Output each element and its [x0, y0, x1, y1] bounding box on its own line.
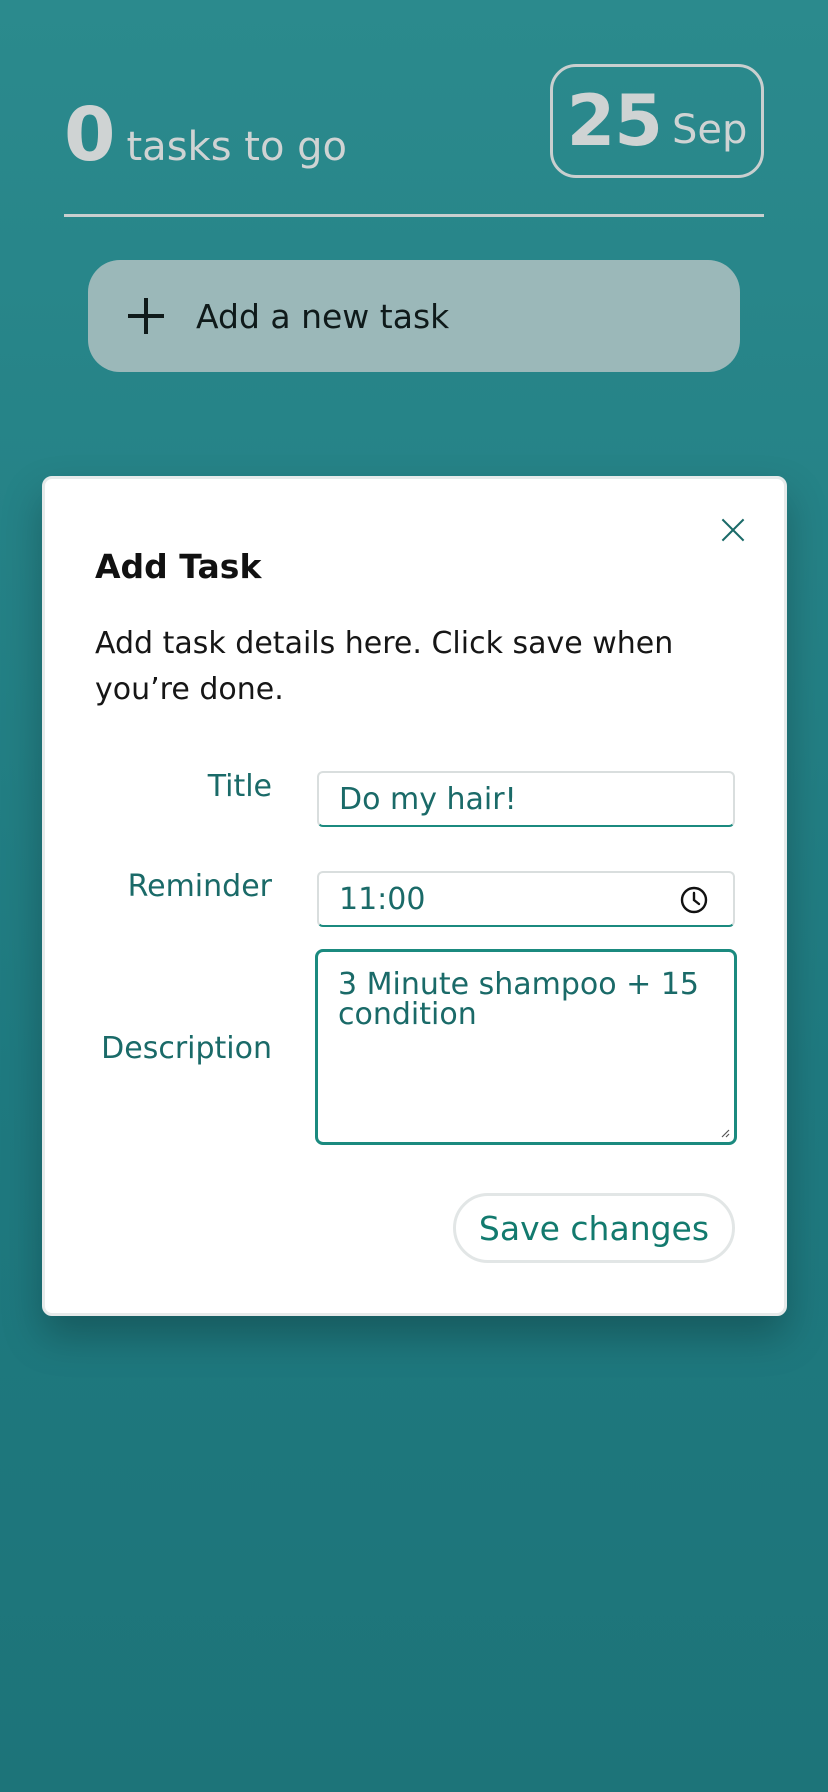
save-changes-button[interactable]: Save changes [453, 1193, 735, 1263]
date-month: Sep [672, 107, 748, 153]
header: 0 tasks to go 25 Sep [64, 64, 764, 220]
reminder-label: Reminder [127, 869, 272, 904]
reminder-field-value: 11:00 [339, 881, 426, 917]
task-count-label: tasks to go [126, 124, 348, 170]
resize-handle-icon[interactable] [720, 1128, 730, 1138]
description-textarea[interactable]: 3 Minute shampoo + 15 condition [315, 949, 737, 1145]
add-task-label: Add a new task [196, 296, 450, 336]
close-icon[interactable] [718, 515, 748, 545]
task-counter: 0 tasks to go [64, 92, 347, 178]
task-count: 0 [64, 92, 115, 178]
clock-icon[interactable] [679, 885, 709, 915]
description-label: Description [101, 1031, 272, 1066]
title-label: Title [207, 769, 272, 804]
dialog-description: Add task details here. Click save when y… [95, 626, 674, 707]
date-badge: 25 Sep [550, 64, 764, 178]
add-task-dialog: Add Task Add task details here. Click sa… [42, 476, 787, 1316]
reminder-time-field[interactable]: 11:00 [317, 871, 735, 927]
title-field[interactable]: Do my hair! [317, 771, 735, 827]
dialog-title: Add Task [95, 547, 262, 586]
description-field-value: 3 Minute shampoo + 15 condition [338, 967, 700, 1032]
add-task-button[interactable]: Add a new task [88, 260, 740, 372]
date-day: 25 [566, 80, 663, 162]
plus-icon [128, 298, 164, 334]
header-divider [64, 214, 764, 217]
title-field-value: Do my hair! [339, 781, 517, 817]
